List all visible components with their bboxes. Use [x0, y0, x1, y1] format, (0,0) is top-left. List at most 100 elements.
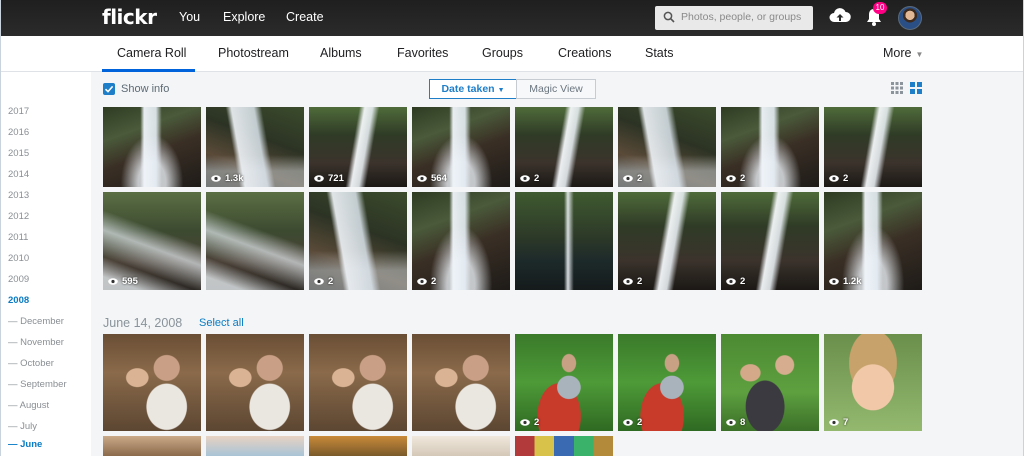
timeline-year[interactable]: 2017 [8, 106, 29, 117]
tab-favorites[interactable]: Favorites [397, 46, 448, 60]
photo-thumbnail[interactable]: 2 [618, 192, 716, 290]
eye-icon [829, 175, 839, 182]
tab-stats[interactable]: Stats [645, 46, 674, 60]
timeline-year[interactable]: 2014 [8, 169, 29, 180]
top-bar: flickr You Explore Create Photos, people… [1, 0, 1023, 36]
photo-thumbnail[interactable]: 2 [824, 107, 922, 187]
timeline-year[interactable]: 2010 [8, 253, 29, 264]
photo-thumbnail[interactable] [103, 334, 201, 431]
timeline-year[interactable]: 2016 [8, 127, 29, 138]
eye-icon [623, 175, 633, 182]
tab-photostream[interactable]: Photostream [218, 46, 289, 60]
timeline-year[interactable]: 2015 [8, 148, 29, 159]
timeline-month[interactable]: — July [8, 421, 37, 432]
photo-thumbnail[interactable]: 2 [309, 192, 407, 290]
photo-thumbnail[interactable] [206, 334, 304, 431]
timeline-year[interactable]: 2013 [8, 190, 29, 201]
photo-thumbnail[interactable]: 1.3k [206, 107, 304, 187]
photo-thumbnail[interactable]: 2 [412, 192, 510, 290]
search-placeholder: Photos, people, or groups [681, 11, 802, 23]
nav-you[interactable]: You [179, 10, 200, 24]
avatar[interactable] [898, 6, 922, 30]
photo-thumbnail[interactable] [309, 436, 407, 456]
flickr-logo[interactable]: flickr [102, 5, 157, 29]
tab-creations[interactable]: Creations [558, 46, 612, 60]
timeline-month-selected[interactable]: — June [8, 439, 42, 450]
date-taken-button[interactable]: Date taken ▼ [429, 79, 517, 99]
view-count: 8 [726, 417, 745, 428]
view-count: 564 [417, 173, 447, 184]
photo-thumbnail[interactable]: 2 [515, 107, 613, 187]
notification-badge: 10 [873, 2, 887, 14]
view-count: 2 [623, 173, 642, 184]
flickr-camera-roll-page: flickr You Explore Create Photos, people… [0, 0, 1024, 456]
tab-groups[interactable]: Groups [482, 46, 523, 60]
small-grid-icon[interactable] [891, 82, 903, 94]
search-input[interactable]: Photos, people, or groups [655, 6, 813, 30]
photo-thumbnail[interactable]: 8 [721, 334, 819, 431]
photo-thumbnail[interactable]: 2 [721, 107, 819, 187]
eye-icon [108, 278, 118, 285]
select-all-link[interactable]: Select all [199, 317, 244, 329]
photo-thumbnail[interactable] [412, 436, 510, 456]
nav-create[interactable]: Create [286, 10, 324, 24]
view-count: 2 [829, 173, 848, 184]
more-menu[interactable]: More ▼ [883, 46, 923, 60]
check-icon [104, 85, 114, 93]
view-count: 2 [623, 417, 642, 428]
photo-thumbnail[interactable] [515, 192, 613, 290]
tab-albums[interactable]: Albums [320, 46, 362, 60]
timeline-year[interactable]: 2012 [8, 211, 29, 222]
photo-thumbnail[interactable] [206, 192, 304, 290]
eye-icon [829, 278, 839, 285]
view-count: 2 [726, 173, 745, 184]
tab-camera-roll[interactable]: Camera Roll [117, 46, 186, 60]
magic-view-button[interactable]: Magic View [516, 79, 596, 99]
photo-thumbnail[interactable]: 2 [721, 192, 819, 290]
timeline-month[interactable]: — November [8, 337, 64, 348]
photo-thumbnail[interactable]: 2 [618, 334, 716, 431]
view-count: 2 [417, 276, 436, 287]
timeline-year[interactable]: 2009 [8, 274, 29, 285]
chevron-down-icon: ▼ [497, 87, 505, 94]
photo-thumbnail[interactable] [309, 334, 407, 431]
more-label: More [883, 46, 912, 60]
photo-thumbnail[interactable] [206, 436, 304, 456]
view-count: 1.3k [211, 173, 244, 184]
eye-icon [520, 175, 530, 182]
view-count: 7 [829, 417, 848, 428]
photo-thumbnail[interactable]: 2 [618, 107, 716, 187]
nav-explore[interactable]: Explore [223, 10, 265, 24]
show-info-checkbox[interactable] [103, 83, 115, 95]
upload-icon[interactable] [829, 7, 851, 25]
timeline-month[interactable]: — October [8, 358, 54, 369]
large-grid-icon[interactable] [910, 82, 922, 94]
timeline-month[interactable]: — December [8, 316, 64, 327]
timeline-year[interactable]: 2011 [8, 232, 28, 243]
photo-thumbnail[interactable] [103, 436, 201, 456]
timeline-year-selected[interactable]: 2008 [8, 295, 29, 306]
eye-icon [829, 419, 839, 426]
timeline-month[interactable]: — September [8, 379, 67, 390]
view-count: 2 [520, 173, 539, 184]
photo-thumbnail[interactable]: 721 [309, 107, 407, 187]
view-count: 595 [108, 276, 138, 287]
view-count: 2 [520, 417, 539, 428]
photo-thumbnail[interactable] [515, 436, 613, 456]
eye-icon [726, 419, 736, 426]
eye-icon [314, 175, 324, 182]
photo-thumbnail[interactable]: 595 [103, 192, 201, 290]
show-info-label[interactable]: Show info [121, 83, 169, 95]
view-count: 2 [726, 276, 745, 287]
photo-thumbnail[interactable] [412, 334, 510, 431]
photo-thumbnail[interactable]: 7 [824, 334, 922, 431]
view-count: 1.2k [829, 276, 862, 287]
view-count: 2 [314, 276, 333, 287]
timeline-month[interactable]: — August [8, 400, 49, 411]
photo-thumbnail[interactable]: 2 [515, 334, 613, 431]
photo-thumbnail[interactable]: 1.2k [824, 192, 922, 290]
eye-icon [417, 278, 427, 285]
eye-icon [417, 175, 427, 182]
photo-thumbnail[interactable]: 564 [412, 107, 510, 187]
photo-thumbnail[interactable] [103, 107, 201, 187]
